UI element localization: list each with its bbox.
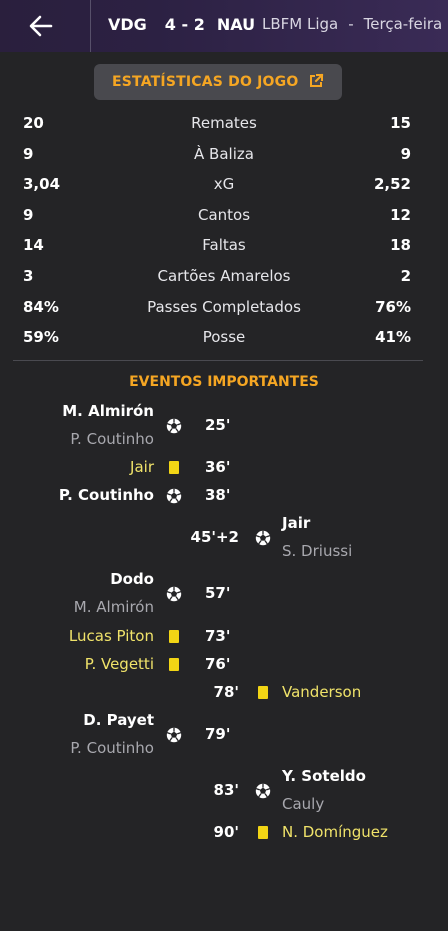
stat-label: Cartões Amarelos — [157, 267, 291, 285]
stat-label: Remates — [191, 114, 257, 132]
yellow-card-icon — [169, 461, 179, 474]
league-name: LBFM Liga — [262, 15, 339, 33]
event-minute: 78' — [213, 683, 239, 701]
event-player: Vanderson — [282, 683, 362, 701]
soccer-ball-icon — [166, 488, 182, 504]
stat-away-value: 41% — [375, 328, 411, 347]
soccer-ball-icon — [255, 530, 271, 546]
soccer-ball-icon — [166, 418, 182, 434]
score: 4 - 2 — [164, 15, 205, 34]
stat-away-value: 18 — [390, 236, 411, 255]
arrow-left-icon — [29, 15, 53, 37]
header-divider — [90, 0, 91, 52]
stat-label: Faltas — [202, 236, 246, 255]
yellow-card-icon — [258, 826, 268, 839]
stat-away-value: 2 — [400, 267, 411, 285]
event-minute: 38' — [205, 486, 231, 504]
info-separator: - — [348, 15, 354, 33]
yellow-card-icon — [169, 658, 179, 671]
event-player: D. Payet — [83, 711, 154, 729]
event-player: Jair — [282, 514, 311, 532]
stat-away-value: 15 — [390, 114, 411, 132]
event-player: N. Domínguez — [282, 823, 388, 841]
stat-row: 3,04 xG 2,52 — [0, 170, 448, 200]
stat-away-value: 76% — [375, 297, 411, 316]
event-player: Lucas Piton — [68, 627, 154, 645]
stat-row: 9 Cantos 12 — [0, 201, 448, 231]
event-minute: 73' — [205, 627, 231, 645]
event-assist: M. Almirón — [73, 598, 154, 616]
event-minute: 83' — [213, 781, 239, 799]
soccer-ball-icon — [166, 586, 182, 602]
events-title: EVENTOS IMPORTANTES — [129, 374, 319, 390]
event-player: Dodo — [110, 570, 154, 588]
event-minute: 76' — [205, 655, 231, 673]
event-minute: 45'+2 — [190, 528, 239, 546]
event-player: M. Almirón — [62, 402, 154, 420]
match-day: Terça-feira — [363, 15, 443, 33]
yellow-card-icon — [258, 686, 268, 699]
stat-away-value: 12 — [390, 205, 411, 224]
stat-label: À Baliza — [194, 144, 254, 163]
event-player: P. Vegetti — [84, 655, 154, 673]
external-link-icon — [310, 73, 324, 87]
back-button[interactable] — [26, 11, 56, 41]
soccer-ball-icon — [166, 727, 182, 743]
event-player: Y. Soteldo — [282, 767, 366, 785]
stat-row: 59% Posse 41% — [0, 323, 448, 353]
match-info: LBFM Liga - Terça-feira — [262, 15, 442, 33]
event-player: P. Coutinho — [58, 486, 154, 504]
event-minute: 25' — [205, 416, 231, 434]
stat-row: 9À Baliza 9 — [0, 140, 448, 170]
event-minute: 57' — [205, 584, 231, 602]
section-divider — [13, 360, 423, 361]
stat-label: Cantos — [197, 205, 251, 224]
scoreline: VDG 4 - 2 NAU — [108, 15, 255, 34]
stat-row: 14 Faltas 18 — [0, 231, 448, 261]
event-assist: P. Coutinho — [70, 739, 154, 757]
event-minute: 79' — [205, 725, 231, 743]
yellow-card-icon — [169, 630, 179, 643]
match-stats-label: ESTATÍSTICAS DO JOGO — [112, 74, 299, 90]
match-stats-button[interactable]: ESTATÍSTICAS DO JOGO — [94, 64, 342, 100]
soccer-ball-icon — [255, 783, 271, 799]
event-minute: 36' — [205, 458, 231, 476]
event-player: Jair — [130, 458, 154, 476]
event-assist: Cauly — [282, 795, 325, 813]
away-team: NAU — [216, 15, 256, 34]
event-assist: P. Coutinho — [70, 430, 154, 448]
event-assist: S. Driussi — [282, 542, 353, 560]
stat-row: 3 Cartões Amarelos 2 — [0, 262, 448, 292]
stat-away-value: 2,52 — [373, 175, 411, 194]
home-team: VDG — [108, 15, 147, 34]
stat-row: 20 Remates 15 — [0, 109, 448, 139]
stat-row: 84% Passes Completados 76% — [0, 293, 448, 323]
match-header: VDG 4 - 2 NAU LBFM Liga - Terça-feira — [0, 0, 448, 52]
event-minute: 90' — [213, 823, 239, 841]
stat-away-value: 9 — [400, 144, 411, 163]
